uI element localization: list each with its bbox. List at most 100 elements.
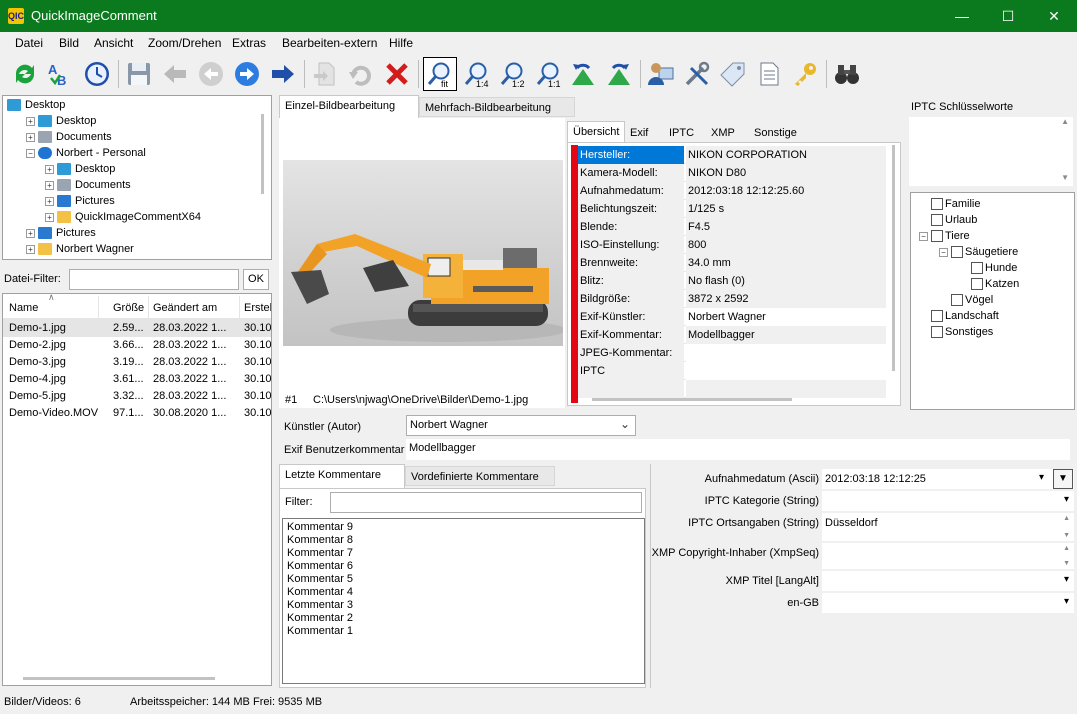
file-row[interactable]: Demo-2.jpg 3.66... 28.03.2022 1... 30.10 — [3, 336, 271, 354]
rotate-right-button[interactable] — [604, 58, 634, 90]
folder-tree-item[interactable]: + Norbert Wagner — [26, 241, 134, 257]
metadata-row[interactable]: Kamera-Modell: NIKON D80 — [578, 164, 886, 182]
column-modified[interactable]: Geändert am — [153, 302, 217, 314]
comment-item[interactable]: Kommentar 8 — [287, 534, 353, 547]
next-button[interactable] — [232, 58, 262, 90]
column-created[interactable]: Erstel — [244, 302, 271, 314]
expand-icon[interactable]: + — [45, 164, 54, 174]
scroll-down-icon[interactable]: ▼ — [1063, 532, 1070, 539]
menu-hilfe[interactable]: Hilfe — [389, 36, 413, 50]
keyword-item[interactable]: Hunde — [959, 260, 1017, 276]
dropdown-arrow-icon[interactable]: ▾ — [1064, 494, 1069, 505]
minimize-button[interactable]: — — [939, 0, 985, 32]
maximize-button[interactable]: ☐ — [985, 0, 1031, 32]
property-input[interactable]: ▾ — [822, 491, 1074, 511]
keyword-checkbox[interactable] — [951, 294, 963, 307]
forward-button[interactable] — [268, 58, 298, 90]
tag-button[interactable] — [718, 58, 748, 90]
file-row[interactable]: Demo-3.jpg 3.19... 28.03.2022 1... 30.10 — [3, 353, 271, 371]
tab-iptc[interactable]: IPTC — [664, 123, 699, 143]
metadata-row[interactable]: Aufnahmedatum: 2012:03:18 12:12:25.60 — [578, 182, 886, 200]
metadata-row[interactable]: Hersteller: NIKON CORPORATION — [578, 146, 886, 164]
exif-comment-input[interactable]: Modellbagger — [406, 439, 1070, 460]
file-filter-input[interactable] — [69, 269, 239, 290]
refresh-button[interactable] — [10, 58, 40, 90]
scroll-up-icon[interactable]: ▲ — [1063, 515, 1070, 522]
keyword-checkbox[interactable] — [971, 262, 983, 275]
save-button[interactable] — [124, 58, 154, 90]
undo-button[interactable] — [346, 58, 376, 90]
tab-xmp[interactable]: XMP — [706, 123, 740, 143]
folder-tree-item[interactable]: + Pictures — [26, 225, 96, 241]
folder-tree-item[interactable]: + QuickImageCommentX64 — [45, 209, 201, 225]
keyword-item[interactable]: − Tiere — [919, 228, 970, 244]
keyword-item[interactable]: Katzen — [959, 276, 1019, 292]
user-settings-button[interactable] — [646, 58, 676, 90]
menu-bild[interactable]: Bild — [59, 36, 79, 50]
clock-button[interactable] — [82, 58, 112, 90]
folder-tree-item[interactable]: Desktop — [7, 97, 65, 113]
metadata-row[interactable]: Belichtungszeit: 1/125 s — [578, 200, 886, 218]
keyword-item[interactable]: Vögel — [939, 292, 993, 308]
menu-zoom-drehen[interactable]: Zoom/Drehen — [148, 36, 221, 50]
collapse-icon[interactable]: − — [939, 247, 948, 257]
metadata-row[interactable]: Brennweite: 34.0 mm — [578, 254, 886, 272]
zoom-1-4-button[interactable]: 1:4 — [462, 58, 492, 90]
image-preview[interactable] — [283, 160, 566, 346]
column-size[interactable]: Größe — [113, 302, 144, 314]
comment-item[interactable]: Kommentar 2 — [287, 612, 353, 625]
expand-icon[interactable]: + — [45, 212, 54, 222]
metadata-row[interactable]: JPEG-Kommentar: — [578, 344, 886, 362]
collapse-icon[interactable]: − — [919, 231, 928, 241]
back-button[interactable] — [160, 58, 190, 90]
scroll-up-icon[interactable]: ▲ — [1061, 117, 1069, 126]
collapse-icon[interactable]: − — [26, 148, 35, 158]
import-button[interactable] — [310, 58, 340, 90]
keyword-checkbox[interactable] — [931, 230, 943, 243]
comment-item[interactable]: Kommentar 6 — [287, 560, 353, 573]
scroll-down-icon[interactable]: ▼ — [1063, 560, 1070, 567]
comment-item[interactable]: Kommentar 9 — [287, 521, 353, 534]
comment-item[interactable]: Kommentar 3 — [287, 599, 353, 612]
rename-button[interactable]: AB — [44, 58, 74, 90]
expand-icon[interactable]: + — [45, 196, 54, 206]
file-filter-ok-button[interactable]: OK — [243, 269, 269, 290]
metadata-row[interactable]: IPTC Schlüsselworte: — [578, 362, 886, 395]
keyword-checkbox[interactable] — [931, 198, 943, 211]
zoom-fit-button[interactable]: fit — [423, 57, 457, 91]
metadata-row[interactable]: Blitz: No flash (0) — [578, 272, 886, 290]
column-name[interactable]: Name — [9, 302, 38, 314]
keyword-checkbox[interactable] — [931, 326, 943, 339]
property-input[interactable]: ▾ — [822, 571, 1074, 591]
menu-ansicht[interactable]: Ansicht — [94, 36, 133, 50]
property-input[interactable]: 2012:03:18 12:12:25 ▾ ▼ — [822, 469, 1074, 489]
keyword-item[interactable]: Sonstiges — [919, 324, 993, 340]
file-row[interactable]: Demo-4.jpg 3.61... 28.03.2022 1... 30.10 — [3, 370, 271, 388]
dropdown-arrow-icon[interactable]: ▾ — [1039, 472, 1044, 483]
comment-item[interactable]: Kommentar 7 — [287, 547, 353, 560]
tab-einzel-bildbearbeitung[interactable]: Einzel-Bildbearbeitung — [279, 95, 419, 119]
tree-scrollbar[interactable] — [261, 114, 264, 194]
property-input[interactable]: Düsseldorf ▲ ▼ — [822, 513, 1074, 541]
key-button[interactable] — [790, 58, 820, 90]
folder-tree-item[interactable]: + Desktop — [45, 161, 115, 177]
metadata-row[interactable]: Exif-Kommentar: Modellbagger — [578, 326, 886, 344]
artist-select[interactable]: Norbert Wagner ⌄ — [406, 415, 636, 436]
folder-tree-item[interactable]: − Norbert - Personal — [26, 145, 146, 161]
scroll-down-icon[interactable]: ▼ — [1061, 173, 1069, 182]
expand-icon[interactable]: + — [26, 116, 35, 126]
previous-button[interactable] — [196, 58, 226, 90]
file-row[interactable]: Demo-1.jpg 2.59... 28.03.2022 1... 30.10 — [3, 319, 271, 337]
tab-letzte-kommentare[interactable]: Letzte Kommentare — [279, 464, 405, 489]
expand-icon[interactable]: + — [26, 228, 35, 238]
comment-list[interactable]: Kommentar 9 Kommentar 8 Kommentar 7 Komment… — [282, 518, 645, 684]
tab-sonstige[interactable]: Sonstige — [749, 123, 802, 143]
keyword-item[interactable]: Urlaub — [919, 212, 977, 228]
comment-filter-input[interactable] — [330, 492, 642, 513]
delete-button[interactable] — [382, 58, 412, 90]
keyword-item[interactable]: Landschaft — [919, 308, 999, 324]
file-row[interactable]: Demo-Video.MOV 97.1... 30.08.2020 1... 30.1… — [3, 404, 271, 422]
metadata-row[interactable]: Blende: F4.5 — [578, 218, 886, 236]
menu-bearbeiten-extern[interactable]: Bearbeiten-extern — [282, 36, 377, 50]
keyword-checkbox[interactable] — [951, 246, 963, 259]
